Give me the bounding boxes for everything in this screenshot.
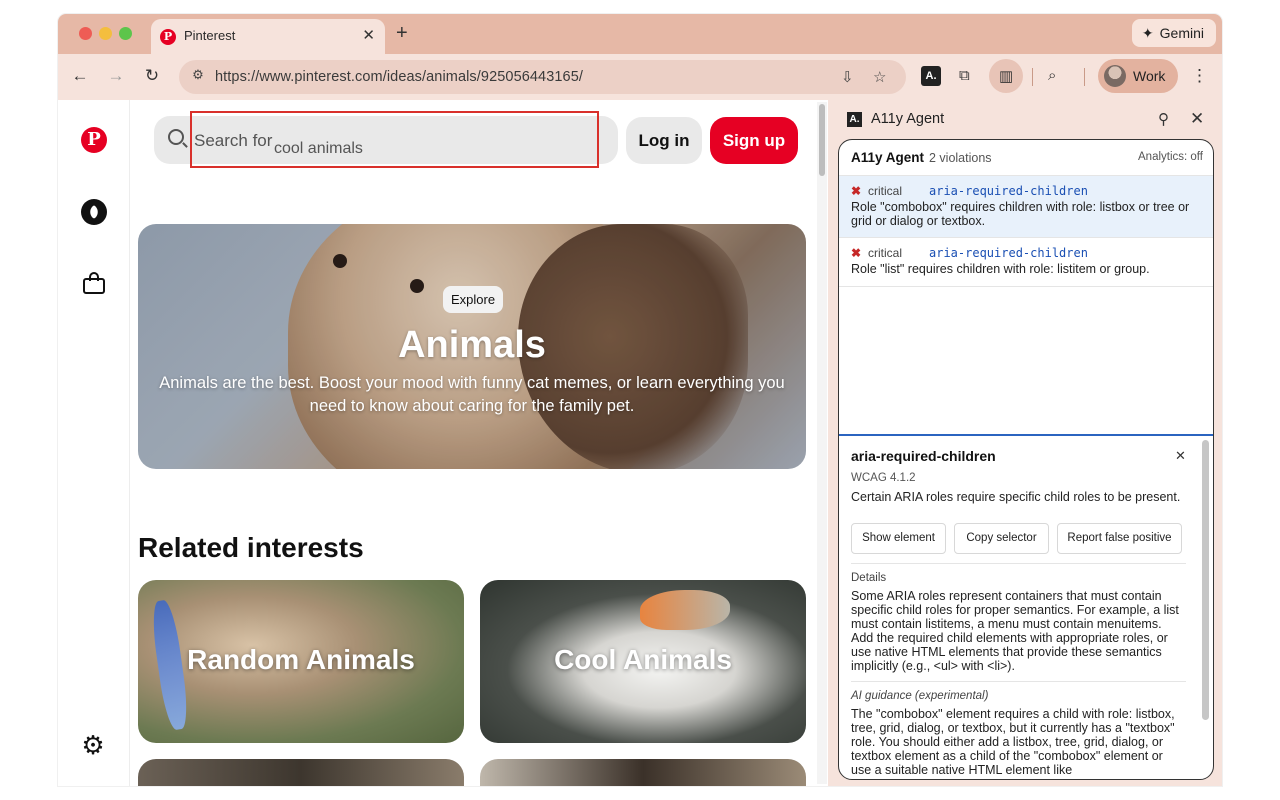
related-card-partial[interactable] [480, 759, 806, 786]
profile-label: Work [1133, 68, 1166, 84]
detail-divider [851, 681, 1186, 682]
analytics-status[interactable]: Analytics: off [1138, 151, 1203, 163]
bookmark-star-icon[interactable]: ☆ [873, 68, 886, 86]
hero-description: Animals are the best. Boost your mood wi… [159, 374, 785, 415]
new-tab-button[interactable]: + [396, 22, 408, 45]
violation-severity: critical [868, 246, 903, 260]
hero-title: Animals [398, 324, 546, 366]
detail-divider [851, 563, 1186, 564]
violation-count: 2 violations [929, 151, 992, 165]
details-label: Details [851, 572, 887, 584]
copy-selector-button[interactable]: Copy selector [954, 523, 1049, 554]
side-panel-header: A. A11y Agent ⚲ ✕ [828, 100, 1222, 138]
wcag-reference: WCAG 4.1.2 [851, 472, 916, 484]
explore-badge: Explore [443, 286, 504, 313]
card-label: Cool Animals [554, 644, 732, 675]
side-panel-title: A11y Agent [871, 111, 945, 127]
settings-gear-icon[interactable]: ⚙ [80, 732, 106, 758]
related-interests-heading: Related interests [138, 532, 364, 563]
ai-guidance-text: The "combobox" element requires a child … [851, 707, 1175, 777]
tab-strip: P Pinterest ✕ + ✦ Gemini [58, 14, 1222, 54]
left-nav: P ⚙ [58, 100, 130, 786]
report-false-positive-button[interactable]: Report false positive [1057, 523, 1182, 554]
search-suggestion: cool animals [274, 140, 363, 157]
show-element-button[interactable]: Show element [851, 523, 946, 554]
browser-toolbar: ← → ↻ ⚙ https://www.pinterest.com/ideas/… [58, 54, 1222, 100]
ai-guidance-label: AI guidance (experimental) [851, 690, 989, 702]
maximize-window-button[interactable] [119, 27, 132, 40]
detail-title: aria-required-children [851, 448, 996, 464]
tab-pinterest[interactable]: P Pinterest ✕ [151, 19, 385, 54]
tab-search-icon[interactable]: ⌕ [1048, 67, 1056, 84]
a11y-side-panel: A. A11y Agent ⚲ ✕ A11y Agent 2 violation… [828, 100, 1222, 786]
side-panel-icon: ▥ [999, 68, 1014, 85]
unpin-icon[interactable]: ⚲ [1158, 110, 1169, 128]
pinterest-page: P ⚙ Search for cool animals Log in Sign … [58, 100, 828, 786]
a11y-extension-icon[interactable]: A. [921, 66, 941, 86]
shopping-bag-body [83, 278, 105, 294]
related-card-random-animals[interactable]: Random Animals [138, 580, 464, 743]
sparkle-icon: ✦ [1141, 24, 1154, 41]
site-info-icon[interactable]: ⚙ [188, 67, 208, 87]
a11y-agent-logo-icon: A. [847, 112, 862, 127]
card-label: Random Animals [187, 644, 415, 675]
hero-banner: Explore Animals Animals are the best. Bo… [138, 224, 806, 469]
search-icon [168, 129, 184, 145]
detail-scrollbar[interactable] [1202, 440, 1209, 720]
close-panel-icon[interactable]: ✕ [1190, 109, 1204, 129]
detail-summary: Certain ARIA roles require specific chil… [851, 490, 1181, 504]
critical-x-icon: ✖ [851, 184, 862, 198]
explore-compass-icon[interactable] [81, 199, 107, 225]
extensions-puzzle-icon[interactable]: ⧉ [959, 67, 970, 84]
details-text: Some ARIA roles represent containers tha… [851, 589, 1179, 673]
violation-description: Role "list" requires children with role:… [851, 262, 1150, 276]
profile-button[interactable]: Work [1098, 59, 1178, 93]
login-button[interactable]: Log in [626, 117, 702, 164]
page-scroll-thumb[interactable] [819, 104, 825, 176]
related-card-cool-animals[interactable]: Cool Animals [480, 580, 806, 743]
bird-head-image [640, 590, 730, 630]
violation-detail: aria-required-children ✕ WCAG 4.1.2 Cert… [839, 434, 1213, 779]
address-bar[interactable]: ⚙ https://www.pinterest.com/ideas/animal… [179, 60, 906, 94]
violation-rule[interactable]: aria-required-children [929, 246, 1088, 260]
violation-description: Role "combobox" requires children with r… [851, 200, 1190, 228]
reload-icon[interactable]: ↻ [140, 66, 164, 86]
signup-button[interactable]: Sign up [710, 117, 798, 164]
pinterest-favicon-icon: P [160, 29, 176, 45]
toolbar-divider [1084, 68, 1085, 86]
browser-menu-icon[interactable]: ⋮ [1191, 66, 1208, 86]
related-card-partial[interactable] [138, 759, 464, 786]
gemini-label: Gemini [1159, 25, 1204, 41]
violation-item[interactable]: ✖ critical aria-required-children Role "… [839, 238, 1213, 287]
forward-icon[interactable]: → [104, 66, 128, 86]
toolbar-divider [1032, 68, 1033, 86]
back-icon[interactable]: ← [68, 66, 92, 86]
side-panel-toggle-button[interactable]: ▥ [989, 59, 1023, 93]
close-window-button[interactable] [79, 27, 92, 40]
violation-item[interactable]: ✖ critical aria-required-children Role "… [839, 176, 1213, 238]
tab-close-icon[interactable]: ✕ [362, 26, 375, 44]
violations-panel: A11y Agent 2 violations Analytics: off ✖… [838, 139, 1214, 780]
pinterest-logo-icon[interactable]: P [81, 127, 107, 153]
violation-severity: critical [868, 184, 903, 198]
tab-title: Pinterest [184, 28, 236, 43]
violation-rule[interactable]: aria-required-children [929, 184, 1088, 198]
minimize-window-button[interactable] [99, 27, 112, 40]
critical-x-icon: ✖ [851, 246, 862, 260]
search-placeholder: Search for [194, 131, 273, 150]
search-input[interactable]: Search for cool animals [154, 116, 618, 164]
panel-box-title: A11y Agent [851, 150, 925, 165]
avatar [1104, 65, 1126, 87]
gemini-button[interactable]: ✦ Gemini [1131, 19, 1216, 47]
detail-close-icon[interactable]: ✕ [1175, 448, 1186, 464]
install-app-icon[interactable]: ⇩ [841, 68, 854, 86]
page-scrollbar[interactable] [817, 102, 827, 784]
url-text[interactable]: https://www.pinterest.com/ideas/animals/… [215, 69, 583, 85]
violations-header: A11y Agent 2 violations Analytics: off [839, 140, 1213, 176]
browser-window: P Pinterest ✕ + ✦ Gemini ← → ↻ ⚙ https:/… [58, 14, 1222, 786]
shopping-bag-icon[interactable] [81, 270, 107, 296]
